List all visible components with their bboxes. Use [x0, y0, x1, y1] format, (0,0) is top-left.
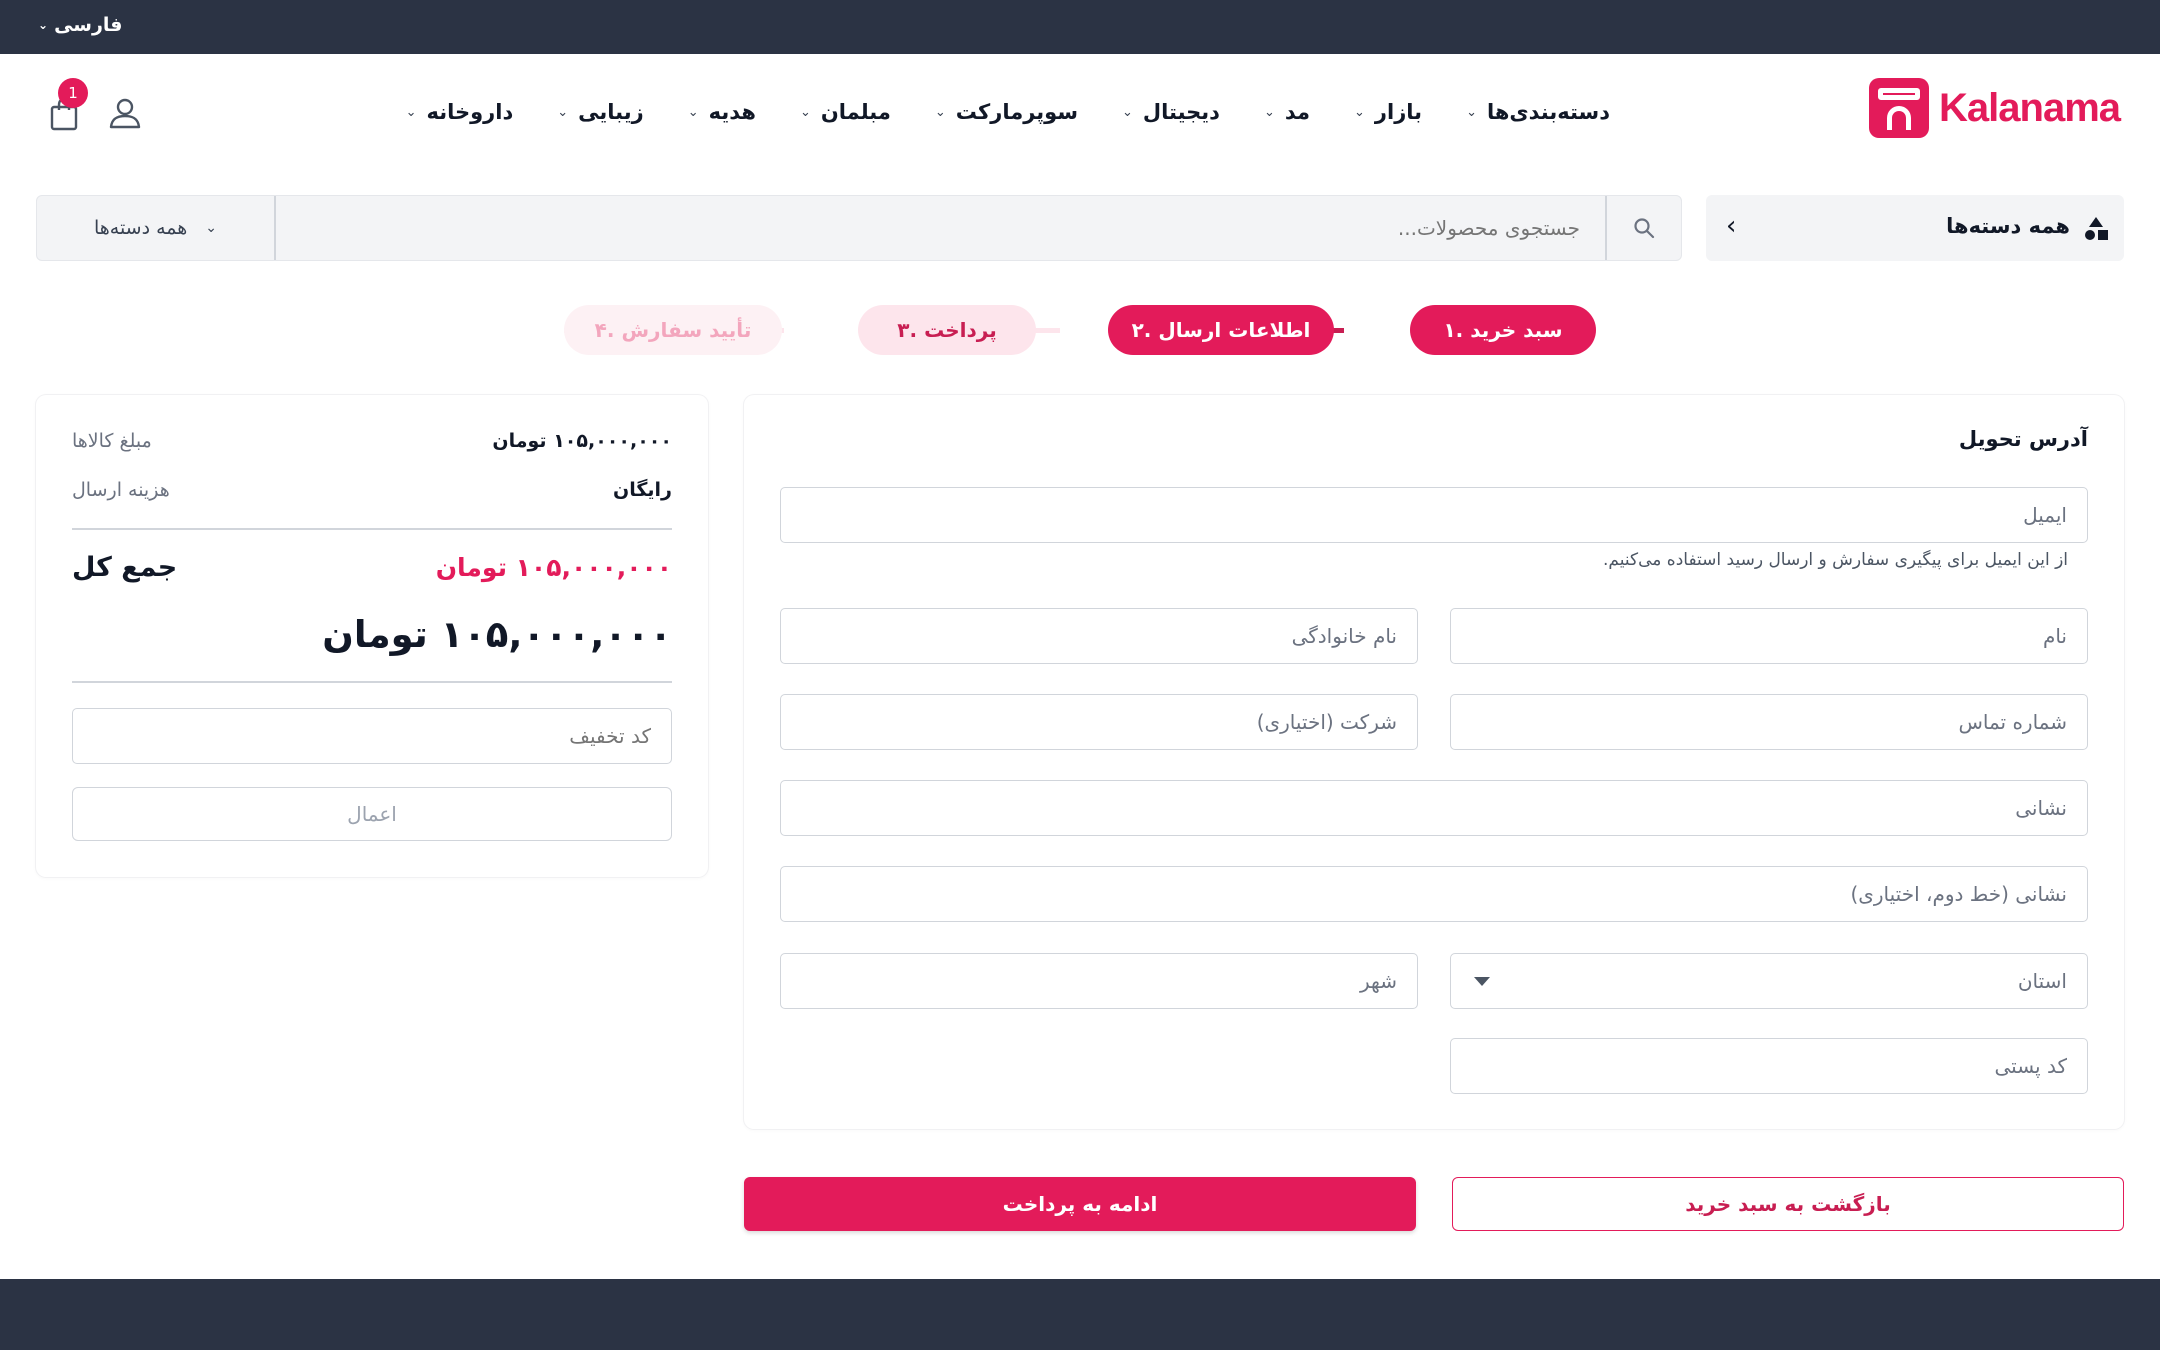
search-row: همه دسته‌ها ‹ همه دسته‌ها ⌄	[36, 195, 2124, 261]
chevron-down-icon: ⌄	[205, 220, 218, 236]
nav-label: بازار	[1374, 100, 1423, 124]
city-field[interactable]	[780, 953, 1418, 1009]
nav-label: سوپرمارکت	[955, 100, 1078, 124]
cart-count-badge: 1	[58, 78, 88, 108]
shipping-label: هزینه ارسال	[72, 479, 170, 501]
step-cart[interactable]: ۱. سبد خرید	[1410, 305, 1596, 355]
main-nav: دسته‌بندی‌ها ⌄ بازار ⌄ مد ⌄ دیجیتال ⌄ سوپرما…	[406, 100, 1610, 124]
province-select[interactable]	[1450, 953, 2088, 1009]
chevron-down-icon: ⌄	[1121, 104, 1133, 120]
category-select[interactable]: همه دسته‌ها ⌄	[37, 196, 276, 260]
items-subtotal-row: مبلغ کالاها ۱۰۵,۰۰۰,۰۰۰ تومان	[72, 430, 672, 452]
back-to-cart-button[interactable]: بازگشت به سبد خرید	[1452, 1177, 2124, 1231]
company-field[interactable]	[780, 694, 1418, 750]
form-title: آدرس تحویل	[1958, 427, 2088, 451]
chevron-down-icon: ⌄	[799, 104, 811, 120]
divider	[72, 528, 672, 530]
nav-item-beauty[interactable]: زیبایی ⌄	[557, 100, 643, 124]
chevron-left-icon: ‹	[1726, 211, 1737, 241]
shipping-value: رایگان	[613, 479, 672, 501]
top-bar: ⌄ فارسی	[0, 0, 2160, 54]
nav-label: داروخانه	[426, 100, 514, 124]
search-bar: همه دسته‌ها ⌄	[36, 195, 1682, 261]
nav-label: دیجیتال	[1142, 100, 1220, 124]
continue-to-payment-button[interactable]: ادامه به پرداخت	[744, 1177, 1416, 1231]
nav-label: هدیه	[708, 100, 756, 124]
nav-label: دسته‌بندی‌ها	[1486, 100, 1610, 124]
order-summary-card: مبلغ کالاها ۱۰۵,۰۰۰,۰۰۰ تومان هزینه ارسا…	[36, 395, 708, 877]
logo-text: Kalanama	[1939, 85, 2121, 130]
all-categories-button[interactable]: همه دسته‌ها ‹	[1706, 195, 2124, 261]
footer	[0, 1279, 2160, 1350]
nav-item-bazaar[interactable]: بازار ⌄	[1354, 100, 1422, 124]
chevron-down-icon: ⌄	[38, 18, 49, 32]
last-name-field[interactable]	[780, 608, 1418, 664]
postal-code-field[interactable]	[1450, 1038, 2088, 1094]
site-logo[interactable]: Kalanama	[1869, 78, 2121, 138]
nav-item-fashion[interactable]: مد ⌄	[1264, 100, 1310, 124]
items-label: مبلغ کالاها	[72, 430, 152, 452]
total-value: ۱۰۵,۰۰۰,۰۰۰ تومان	[435, 553, 672, 582]
nav-item-furniture[interactable]: مبلمان ⌄	[800, 100, 891, 124]
total-row: جمع کل ۱۰۵,۰۰۰,۰۰۰ تومان	[72, 552, 672, 583]
address-field[interactable]	[780, 780, 2088, 836]
chevron-down-icon: ⌄	[405, 104, 417, 120]
delivery-form-card: آدرس تحویل از این ایمیل برای پیگیری سفار…	[744, 395, 2124, 1129]
nav-item-gift[interactable]: هدیه ⌄	[688, 100, 756, 124]
search-input[interactable]	[277, 196, 1604, 260]
all-categories-label: همه دسته‌ها	[1946, 214, 2070, 238]
shipping-row: هزینه ارسال رایگان	[72, 479, 672, 501]
nav-item-supermarket[interactable]: سوپرمارکت ⌄	[935, 100, 1078, 124]
apply-coupon-button[interactable]: اعمال	[72, 787, 672, 841]
items-value: ۱۰۵,۰۰۰,۰۰۰ تومان	[492, 430, 672, 452]
shapes-icon	[2085, 217, 2108, 240]
address2-field[interactable]	[780, 866, 2088, 922]
caret-down-icon	[1474, 977, 1490, 986]
total-label: جمع کل	[72, 552, 178, 583]
nav-label: مد	[1284, 100, 1310, 124]
nav-item-pharmacy[interactable]: داروخانه ⌄	[406, 100, 514, 124]
email-hint: از این ایمیل برای پیگیری سفارش و ارسال ر…	[1603, 550, 2068, 570]
grand-total: ۱۰۵,۰۰۰,۰۰۰ تومان	[322, 613, 672, 656]
search-icon	[1634, 218, 1655, 239]
chevron-down-icon: ⌄	[1263, 104, 1275, 120]
phone-field[interactable]	[1450, 694, 2088, 750]
nav-label: مبلمان	[820, 100, 891, 124]
step-shipping[interactable]: ۲. اطلاعات ارسال	[1108, 305, 1334, 355]
email-field[interactable]	[780, 487, 2088, 543]
step-payment: ۳. پرداخت	[858, 305, 1036, 355]
first-name-field[interactable]	[1450, 608, 2088, 664]
language-label: فارسی	[54, 14, 123, 36]
store-logo-icon	[1869, 78, 1930, 138]
checkout-stepper: ۱. سبد خرید ۲. اطلاعات ارسال ۳. پرداخت ۴…	[564, 305, 1596, 355]
nav-label: زیبایی	[578, 100, 644, 124]
language-selector[interactable]: ⌄ فارسی	[38, 14, 122, 36]
coupon-input[interactable]	[72, 708, 672, 764]
chevron-down-icon: ⌄	[687, 104, 699, 120]
user-icon[interactable]	[108, 96, 142, 130]
chevron-down-icon: ⌄	[1466, 104, 1477, 120]
nav-item-categories[interactable]: دسته‌بندی‌ها ⌄	[1466, 100, 1610, 124]
category-select-value: همه دسته‌ها	[93, 217, 188, 239]
divider	[72, 681, 672, 683]
chevron-down-icon: ⌄	[934, 104, 946, 120]
chevron-down-icon: ⌄	[557, 104, 569, 120]
nav-item-digital[interactable]: دیجیتال ⌄	[1122, 100, 1220, 124]
step-confirm: ۴. تأیید سفارش	[564, 305, 782, 355]
site-header: Kalanama دسته‌بندی‌ها ⌄ بازار ⌄ مد ⌄ دیجیتا…	[0, 54, 2160, 174]
search-button[interactable]	[1605, 196, 1681, 260]
chevron-down-icon: ⌄	[1354, 104, 1365, 120]
